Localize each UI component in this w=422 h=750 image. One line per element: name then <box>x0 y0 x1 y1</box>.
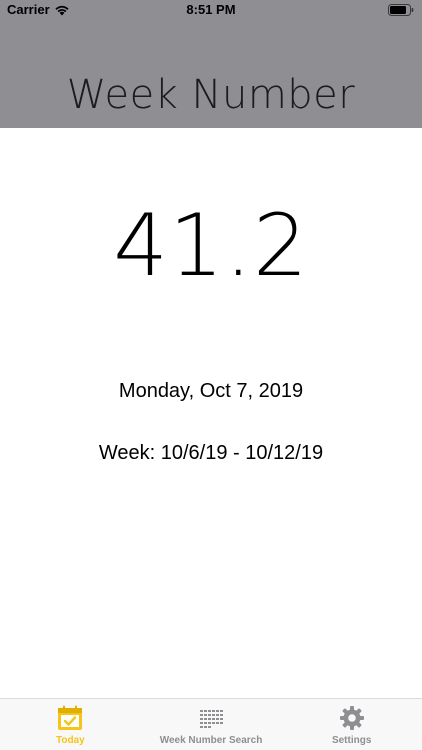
tab-label-week-number-search: Week Number Search <box>159 735 263 746</box>
page-title: Week Number <box>66 72 356 118</box>
current-date: Monday, Oct 7, 2019 <box>118 380 304 402</box>
tab-settings[interactable]: Settings <box>281 699 422 750</box>
tab-label-today: Today <box>55 735 85 746</box>
calendar-grid-icon <box>197 704 225 732</box>
week-range: Week: 10/6/19 - 10/12/19 <box>98 442 324 464</box>
gear-icon <box>338 704 366 732</box>
tab-week-number-search[interactable]: Week Number Search <box>141 699 282 750</box>
calendar-check-icon <box>56 704 84 732</box>
status-bar: Carrier 8:51 PM <box>0 0 422 22</box>
week-number-display: 41.2 <box>113 196 309 296</box>
tab-bar: Today Week Number Search Settings <box>0 698 422 750</box>
header: Carrier 8:51 PM Week Number <box>0 0 422 128</box>
tab-today[interactable]: Today <box>0 699 141 750</box>
app-screen: Carrier 8:51 PM Week Number 41.2 Monday,… <box>0 0 422 750</box>
battery-icon <box>388 4 414 16</box>
status-time: 8:51 PM <box>186 2 236 17</box>
tab-label-settings: Settings <box>331 735 372 746</box>
